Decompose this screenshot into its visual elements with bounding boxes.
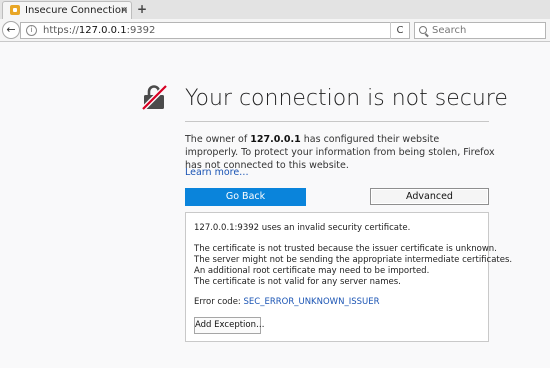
- tab-strip: Insecure Connection × +: [0, 0, 550, 20]
- add-exception-button[interactable]: Add Exception…: [194, 317, 265, 334]
- details-intro: 127.0.0.1:9392 uses an invalid security …: [194, 223, 411, 233]
- desc-host: 127.0.0.1: [250, 134, 301, 145]
- search-input[interactable]: [432, 24, 542, 37]
- reload-button[interactable]: C: [390, 22, 409, 39]
- search-bar[interactable]: [414, 22, 546, 39]
- broken-lock-icon: [141, 84, 167, 110]
- details-line: An additional root certificate may need …: [194, 266, 430, 276]
- url-host: 127.0.0.1: [78, 25, 127, 36]
- error-code-line: Error code: SEC_ERROR_UNKNOWN_ISSUER: [194, 297, 380, 308]
- title-divider: [185, 121, 489, 122]
- site-info-icon[interactable]: i: [26, 25, 37, 36]
- url-port: :9392: [126, 25, 156, 36]
- close-tab-icon[interactable]: ×: [120, 4, 128, 17]
- details-line: The certificate is not trusted because t…: [194, 244, 497, 254]
- url-bar[interactable]: i https://127.0.0.1:9392 C: [20, 22, 410, 39]
- tab-title: Insecure Connection: [25, 5, 128, 16]
- details-line: The certificate is not valid for any ser…: [194, 277, 401, 287]
- error-code-link[interactable]: SEC_ERROR_UNKNOWN_ISSUER: [244, 297, 380, 307]
- url-scheme: https://: [43, 25, 79, 36]
- url-text[interactable]: https://127.0.0.1:9392: [43, 24, 155, 37]
- new-tab-button[interactable]: +: [137, 2, 147, 16]
- go-back-button[interactable]: Go Back: [185, 188, 306, 206]
- advanced-details-panel: 127.0.0.1:9392 uses an invalid security …: [185, 212, 512, 342]
- warning-favicon-icon: [10, 5, 20, 15]
- advanced-button[interactable]: Advanced: [370, 188, 489, 205]
- navigation-toolbar: ← i https://127.0.0.1:9392 C: [0, 19, 550, 42]
- back-button[interactable]: ←: [2, 21, 20, 39]
- error-code-label: Error code:: [194, 297, 244, 307]
- tab-insecure-connection[interactable]: Insecure Connection ×: [2, 1, 132, 19]
- details-line: The server might not be sending the appr…: [194, 255, 513, 265]
- learn-more-link[interactable]: Learn more…: [185, 167, 249, 179]
- page-title: Your connection is not secure: [185, 86, 508, 111]
- search-icon: [419, 26, 427, 34]
- desc-text-1: The owner of: [185, 134, 251, 145]
